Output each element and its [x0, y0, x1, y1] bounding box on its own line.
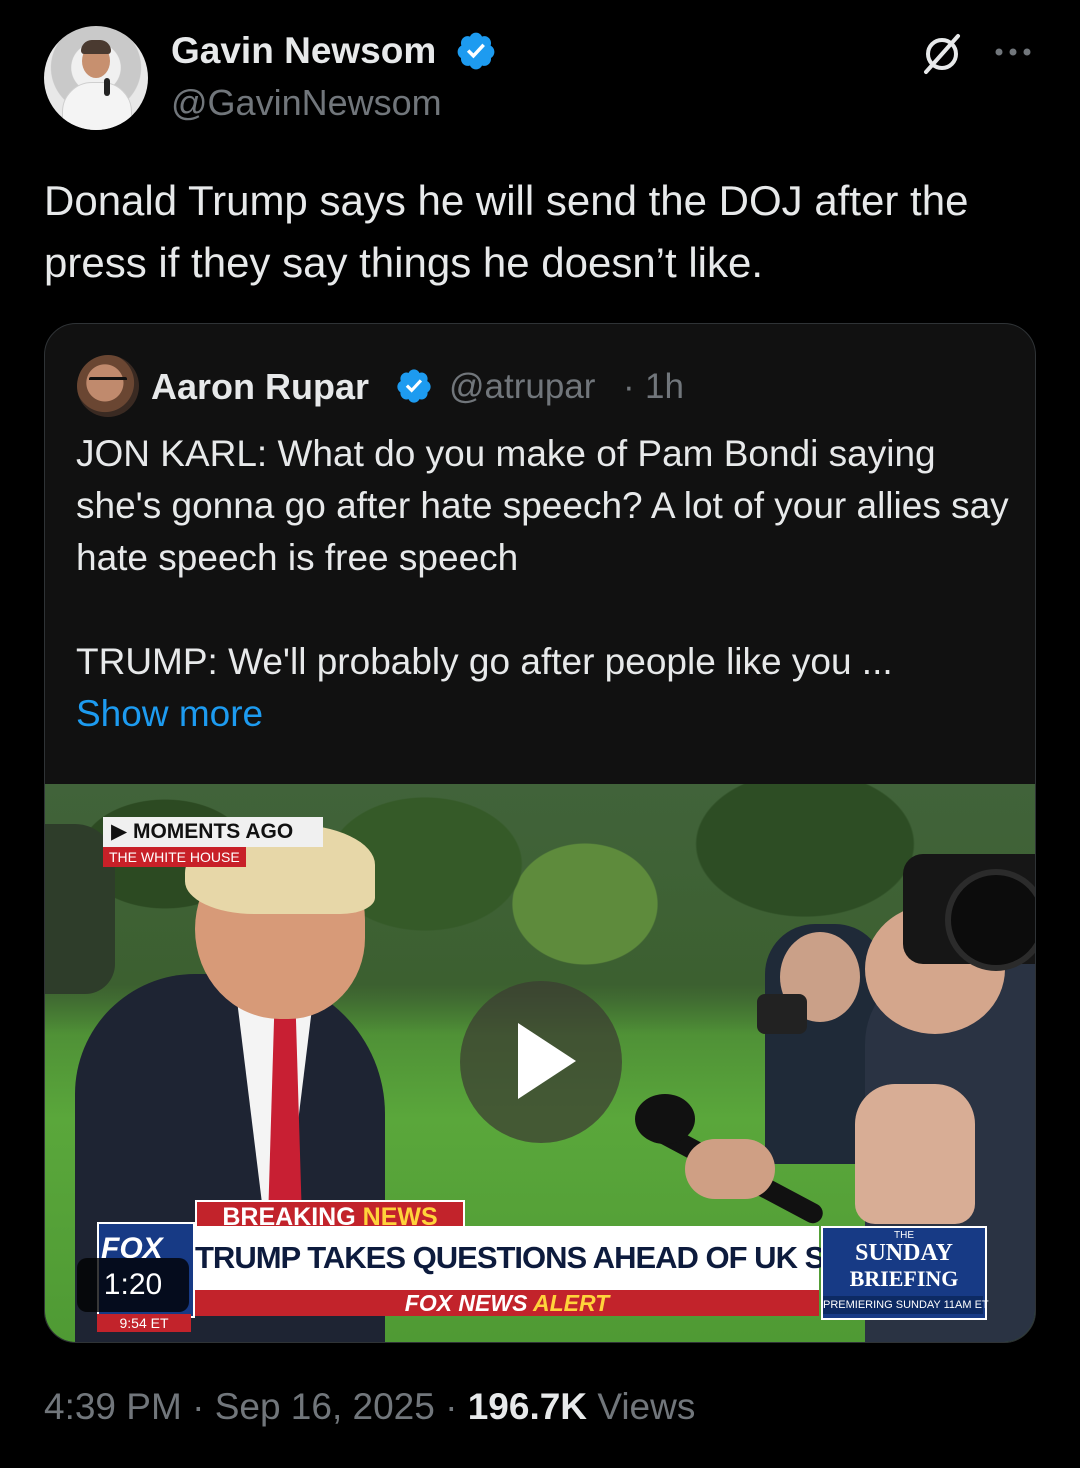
author-handle[interactable]: @GavinNewsom: [171, 82, 442, 124]
quoted-author-handle[interactable]: @atrupar: [449, 367, 595, 407]
play-icon[interactable]: [518, 1023, 576, 1099]
quoted-paragraph-1: JON KARL: What do you make of Pam Bondi …: [76, 433, 1009, 578]
author-avatar[interactable]: [44, 26, 148, 130]
promo-title-1: SUNDAY: [855, 1240, 953, 1266]
show-more-link[interactable]: Show more: [76, 693, 263, 734]
fox-news-alert-bar: FOX NEWS ALERT: [195, 1290, 819, 1316]
views-label: Views: [597, 1386, 696, 1427]
tweet-metadata: 4:39 PM · Sep 16, 2025 · 196.7K Views: [44, 1386, 695, 1428]
post-time[interactable]: 4:39 PM: [44, 1386, 182, 1427]
video-hand: [855, 1084, 975, 1224]
video-hand: [685, 1139, 775, 1199]
video-camera: [757, 994, 807, 1034]
separator-dot: ·: [623, 367, 635, 406]
quoted-timestamp[interactable]: 1h: [645, 367, 684, 407]
quoted-tweet-card[interactable]: Aaron Rupar @atrupar · 1h JON KARL: What…: [44, 323, 1036, 1343]
quoted-author-avatar[interactable]: [77, 355, 139, 417]
views-count: 196.7K: [467, 1386, 588, 1427]
separator-dot: ·: [192, 1386, 205, 1427]
quoted-tweet-text: JON KARL: What do you make of Pam Bondi …: [76, 428, 1016, 740]
video-microphone: [635, 1094, 695, 1144]
post-date[interactable]: Sep 16, 2025: [215, 1386, 435, 1427]
author-name[interactable]: Gavin Newsom: [171, 30, 436, 72]
quoted-author-name[interactable]: Aaron Rupar: [151, 366, 369, 408]
more-options-icon[interactable]: [992, 43, 1034, 61]
moments-ago-label: ▶ MOMENTS AGO: [103, 817, 323, 847]
location-label: THE WHITE HOUSE: [103, 847, 246, 867]
broadcast-clock: 9:54 ET: [97, 1314, 191, 1332]
video-headline: TRUMP TAKES QUESTIONS AHEAD OF UK STATE …: [195, 1226, 978, 1290]
promo-title-2: BRIEFING: [849, 1266, 959, 1291]
grok-icon[interactable]: [918, 30, 966, 78]
tweet-text: Donald Trump says he will send the DOJ a…: [44, 177, 969, 286]
video-player[interactable]: ▶ MOMENTS AGO THE WHITE HOUSE BREAKING N…: [45, 784, 1035, 1342]
verified-badge-icon: [457, 32, 495, 70]
promo-subtitle: PREMIERING SUNDAY 11AM ET: [823, 1296, 989, 1314]
separator-dot: ·: [445, 1386, 458, 1427]
quoted-paragraph-2: TRUMP: We'll probably go after people li…: [76, 641, 893, 682]
verified-badge-icon: [397, 369, 431, 403]
video-duration: 1:20: [77, 1258, 189, 1312]
